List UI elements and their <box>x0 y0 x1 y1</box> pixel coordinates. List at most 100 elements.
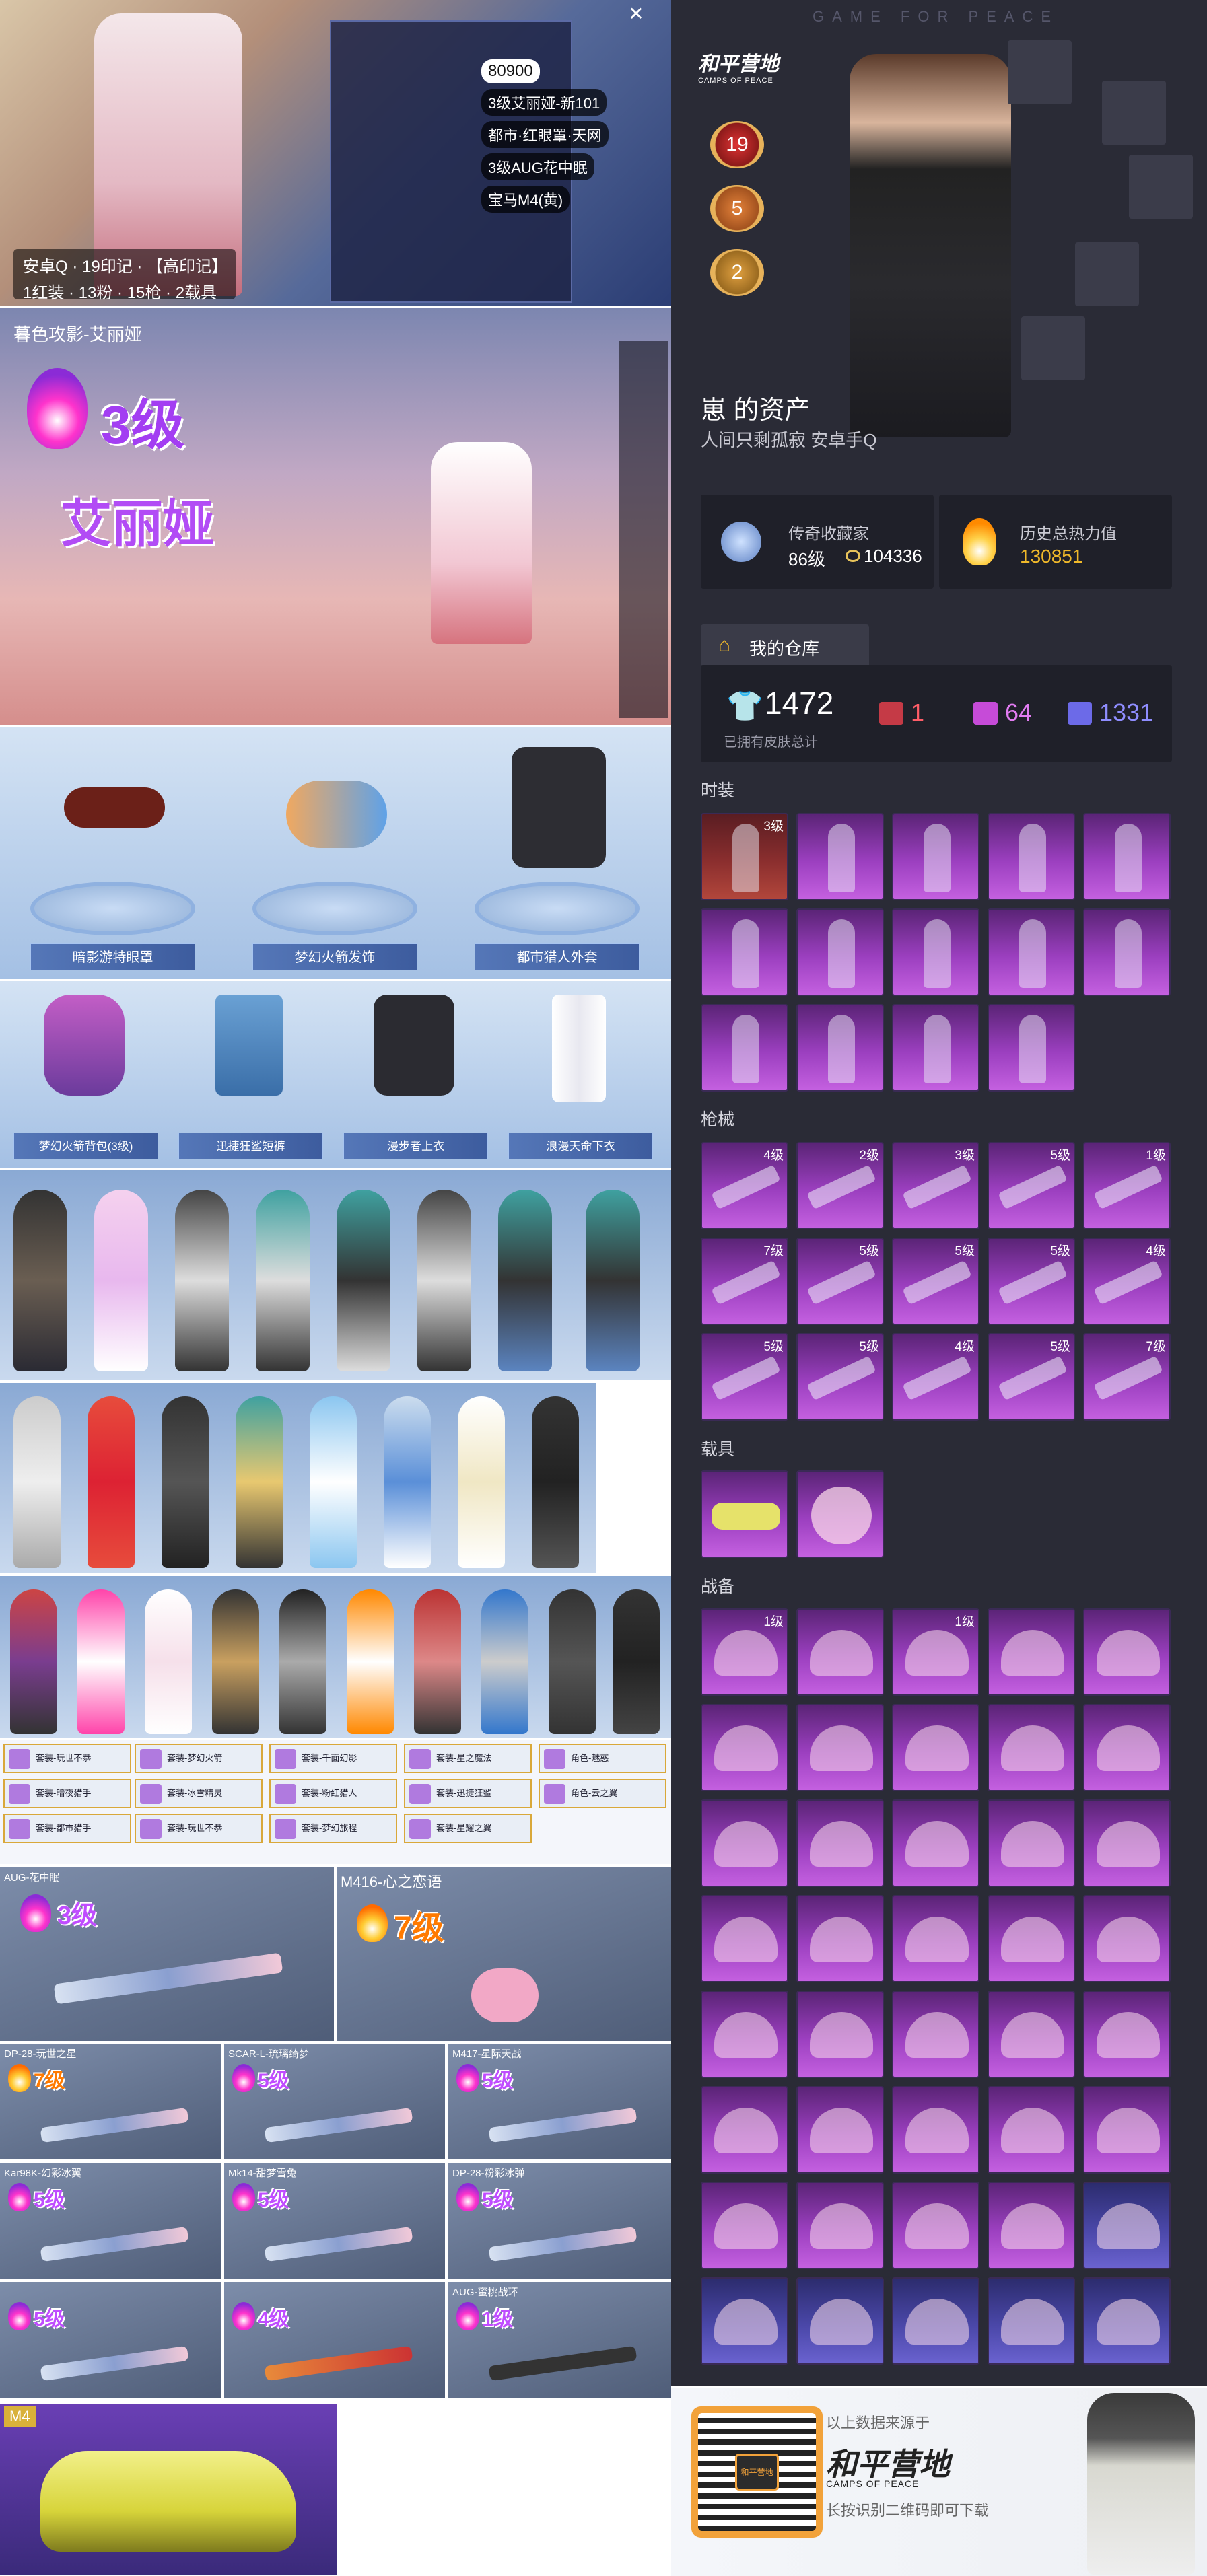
gun-tile[interactable]: 5级 <box>988 1333 1075 1421</box>
tag-5: 套装-暗夜猎手 <box>3 1779 131 1808</box>
gear-tile[interactable] <box>701 1799 788 1887</box>
vehicle-tile-horse[interactable] <box>796 1470 884 1558</box>
gun-tile[interactable]: 5级 <box>988 1238 1075 1325</box>
gear-tile[interactable] <box>701 1895 788 1982</box>
gun-name: M417-星际天战 <box>452 2048 522 2060</box>
gear-tile[interactable] <box>988 2086 1075 2174</box>
gear-tile[interactable] <box>988 1799 1075 1887</box>
gear-tile[interactable] <box>1083 1991 1171 2078</box>
outfit-figure <box>310 1396 357 1568</box>
gear-tile[interactable] <box>796 1608 884 1696</box>
item-card-0: 暗影游特眼罩 <box>3 727 222 976</box>
fashion-tile[interactable]: 3级 <box>701 813 788 900</box>
gear-tile[interactable] <box>988 2182 1075 2269</box>
gun-tile[interactable]: 5级 <box>796 1238 884 1325</box>
gear-tile[interactable] <box>892 1991 979 2078</box>
tag-1: 套装-梦幻火箭 <box>135 1744 263 1773</box>
gun-tile[interactable]: 2级 <box>796 1142 884 1229</box>
gear-item-icon <box>1001 2203 1064 2249</box>
fashion-tile[interactable] <box>1083 813 1171 900</box>
gear-tile[interactable] <box>701 2182 788 2269</box>
fashion-tile[interactable] <box>988 813 1075 900</box>
tag-label: 套装-粉红猎人 <box>302 1788 357 1798</box>
gun-model <box>40 2107 189 2143</box>
blue-count: 1331 <box>1099 699 1154 726</box>
fashion-tile[interactable] <box>701 908 788 996</box>
gear-tile[interactable] <box>892 2277 979 2365</box>
gear-tile[interactable] <box>1083 1895 1171 1982</box>
gear-tile[interactable] <box>796 1991 884 2078</box>
outfit-figure <box>13 1396 61 1568</box>
gun-tile[interactable]: 7级 <box>701 1238 788 1325</box>
gear-tile[interactable] <box>796 1895 884 1982</box>
gear-tile[interactable]: 1级 <box>701 1608 788 1696</box>
gear-tile[interactable] <box>1083 2182 1171 2269</box>
gear-tile[interactable] <box>796 2277 884 2365</box>
gear-item-icon <box>714 2012 778 2058</box>
tile-level: 4级 <box>763 1149 784 1163</box>
gear-tile[interactable] <box>701 1704 788 1791</box>
gear-tile[interactable] <box>796 1704 884 1791</box>
close-icon[interactable]: ✕ <box>626 4 646 24</box>
gear-tile[interactable] <box>1083 1608 1171 1696</box>
fashion-tile[interactable] <box>892 813 979 900</box>
gun-model <box>264 2226 413 2262</box>
gear-tile[interactable] <box>892 1799 979 1887</box>
tile-level: 5级 <box>859 1340 879 1354</box>
vehicle-tile-car[interactable] <box>701 1470 788 1558</box>
gear-tile[interactable] <box>1083 2086 1171 2174</box>
gear-grid: 1级 1级 <box>701 1608 1172 2365</box>
gun-tile[interactable]: 4级 <box>701 1142 788 1229</box>
fashion-tile[interactable] <box>988 1004 1075 1092</box>
gear-item-icon <box>905 2108 969 2153</box>
gear-tile[interactable] <box>988 1991 1075 2078</box>
gear-tile[interactable] <box>988 1608 1075 1696</box>
gear-item-icon <box>905 1630 969 1676</box>
horse-icon <box>811 1487 872 1544</box>
gear-tile[interactable] <box>988 1895 1075 1982</box>
gear-tile[interactable] <box>892 2086 979 2174</box>
tag-icon <box>544 1784 565 1804</box>
gun-tile[interactable]: 4级 <box>1083 1238 1171 1325</box>
fashion-tile[interactable] <box>796 1004 884 1092</box>
fashion-tile[interactable] <box>892 908 979 996</box>
collector-level: 86级 <box>788 549 825 569</box>
gear-tile[interactable] <box>988 1704 1075 1791</box>
gun-level: 1级 <box>482 2308 514 2330</box>
gun-tile[interactable]: 5级 <box>701 1333 788 1421</box>
gear-tile[interactable] <box>892 1704 979 1791</box>
level-flame-icon <box>456 2183 479 2211</box>
gear-tile[interactable] <box>796 1799 884 1887</box>
fashion-tile[interactable] <box>1083 908 1171 996</box>
fashion-tile[interactable] <box>892 1004 979 1092</box>
fashion-tile[interactable] <box>988 908 1075 996</box>
gear-tile[interactable] <box>892 2182 979 2269</box>
gun-tile[interactable]: 4级 <box>892 1333 979 1421</box>
gear-tile[interactable] <box>701 2277 788 2365</box>
gear-tile[interactable] <box>1083 1799 1171 1887</box>
gear-tile[interactable] <box>796 2182 884 2269</box>
outfit-figure <box>236 1396 283 1568</box>
gear-tile[interactable] <box>892 1895 979 1982</box>
gun-tile[interactable]: 5级 <box>988 1142 1075 1229</box>
gear-tile[interactable] <box>701 2086 788 2174</box>
fashion-tile[interactable] <box>701 1004 788 1092</box>
gear-tile[interactable] <box>796 2086 884 2174</box>
fashion-tile[interactable] <box>796 813 884 900</box>
gun-tile[interactable]: 7级 <box>1083 1333 1171 1421</box>
gun-tile[interactable]: 3级 <box>892 1142 979 1229</box>
fashion-item-icon <box>924 824 951 892</box>
gun-name: SCAR-L-琉璃绮梦 <box>228 2048 310 2060</box>
gun-name: Kar98K-幻彩冰翼 <box>4 2168 82 2179</box>
outfit-figure <box>212 1589 259 1734</box>
gun-tile[interactable]: 5级 <box>892 1238 979 1325</box>
gun-tile[interactable]: 5级 <box>796 1333 884 1421</box>
gear-tile[interactable] <box>988 2277 1075 2365</box>
gear-tile[interactable]: 1级 <box>892 1608 979 1696</box>
gun-tile[interactable]: 1级 <box>1083 1142 1171 1229</box>
fashion-tile[interactable] <box>796 908 884 996</box>
gear-tile[interactable] <box>1083 2277 1171 2365</box>
fashion-item-icon <box>1115 919 1142 988</box>
gear-tile[interactable] <box>701 1991 788 2078</box>
gear-tile[interactable] <box>1083 1704 1171 1791</box>
